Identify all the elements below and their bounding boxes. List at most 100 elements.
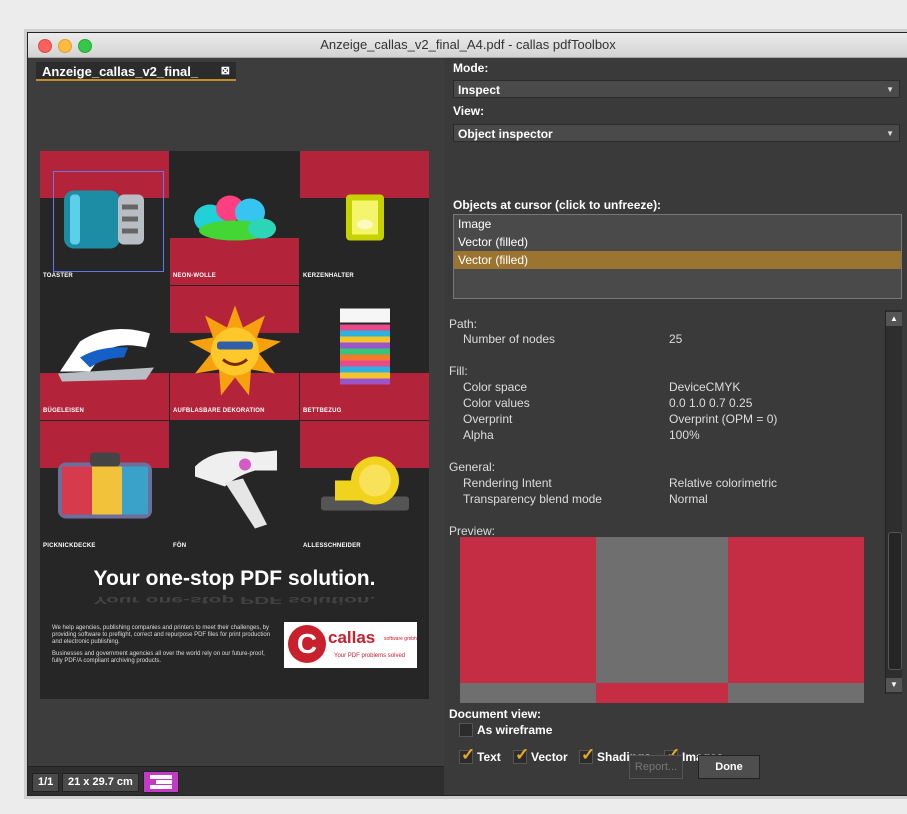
product-cell: Neon-Wolle bbox=[170, 151, 299, 285]
preview-red-block bbox=[596, 683, 728, 703]
properties-scrollbar[interactable]: ▲ ▼ bbox=[885, 310, 902, 694]
prop-key: Transparency blend mode bbox=[463, 492, 602, 506]
product-label: Aufblasbare Dekoration bbox=[173, 408, 265, 414]
mode-select[interactable]: Inspect ▼ bbox=[453, 80, 900, 98]
prop-value: Overprint (OPM = 0) bbox=[669, 412, 778, 426]
document-area: Anzeige_callas_v2_final_ ⊠ TOASTER NEON-… bbox=[28, 58, 444, 795]
view-label: View: bbox=[453, 104, 485, 118]
view-value: Object inspector bbox=[458, 127, 553, 141]
preview-label: Preview: bbox=[449, 524, 496, 538]
prop-value: DeviceCMYK bbox=[669, 380, 741, 394]
prop-key: Color space bbox=[463, 380, 528, 394]
document-tab[interactable]: Anzeige_callas_v2_final_ ⊠ bbox=[36, 62, 236, 81]
chevron-down-icon: ▼ bbox=[886, 85, 894, 94]
prop-key: Overprint bbox=[463, 412, 513, 426]
wireframe-label: As wireframe bbox=[477, 723, 553, 737]
status-bar: 1/1 21 x 29.7 cm bbox=[28, 766, 444, 795]
product-label: Kerzenhalter bbox=[303, 273, 354, 279]
product-cell: Picknickdecke bbox=[40, 421, 169, 555]
product-label: Bettbezug bbox=[303, 408, 342, 414]
done-button[interactable]: Done bbox=[698, 755, 760, 779]
minimize-window-button[interactable] bbox=[58, 39, 72, 53]
scroll-thumb[interactable] bbox=[888, 532, 902, 670]
preview-red-block bbox=[460, 537, 596, 683]
prop-value: 25 bbox=[669, 332, 683, 346]
chevron-down-icon: ▼ bbox=[886, 129, 894, 138]
product-cell: Bettbezug bbox=[300, 286, 429, 420]
prop-key: Rendering Intent bbox=[463, 476, 552, 490]
prop-value: 0.0 1.0 0.7 0.25 bbox=[669, 396, 753, 410]
inspector-panel: Mode: Inspect ▼ View: Object inspector ▼… bbox=[444, 58, 907, 795]
blurb-paragraph: We help agencies, publishing companies a… bbox=[52, 625, 271, 645]
fill-heading: Fill: bbox=[449, 364, 468, 378]
document-tab-label: Anzeige_callas_v2_final_ bbox=[42, 64, 199, 79]
selection-highlight bbox=[53, 171, 164, 272]
zoom-window-button[interactable] bbox=[78, 39, 92, 53]
prop-value: Relative colorimetric bbox=[669, 476, 778, 490]
list-item-selected[interactable]: Vector (filled) bbox=[454, 251, 901, 269]
product-cell: Bügeleisen bbox=[40, 286, 169, 420]
logo-subtitle: software gmbh bbox=[384, 636, 417, 642]
product-cell: Allesschneider bbox=[300, 421, 429, 555]
list-item[interactable]: Image bbox=[454, 215, 901, 233]
blanket-image bbox=[50, 447, 160, 530]
pdf-page[interactable]: Toaster Neon-Wolle bbox=[40, 151, 429, 699]
app-window: Anzeige_callas_v2_final_A4.pdf - callas … bbox=[27, 32, 907, 796]
prop-key: Alpha bbox=[463, 428, 494, 442]
view-select[interactable]: Object inspector ▼ bbox=[453, 124, 900, 142]
text-checkbox[interactable] bbox=[459, 745, 475, 765]
prop-value: 100% bbox=[669, 428, 700, 442]
title-bar: Anzeige_callas_v2_final_A4.pdf - callas … bbox=[28, 33, 907, 58]
scroll-up-icon[interactable]: ▲ bbox=[886, 312, 902, 326]
yarn-image bbox=[190, 187, 280, 250]
callas-logo: C callas software gmbh Your PDF problems… bbox=[284, 622, 417, 668]
blurb-paragraph: Businesses and government agencies all o… bbox=[52, 651, 265, 664]
iron-image bbox=[50, 312, 160, 395]
product-label: Fön bbox=[173, 543, 187, 549]
text-filter-label: Text bbox=[477, 750, 501, 764]
logo-tagline: Your PDF problems solved bbox=[334, 653, 406, 659]
report-button[interactable]: Report... bbox=[629, 755, 683, 779]
list-item[interactable]: Vector (filled) bbox=[454, 233, 901, 251]
vector-filter-label: Vector bbox=[531, 750, 568, 764]
product-label: Toaster bbox=[43, 273, 73, 279]
page-size: 21 x 29.7 cm bbox=[62, 773, 139, 792]
preview-gray-block bbox=[596, 537, 728, 683]
product-label: Neon-Wolle bbox=[173, 273, 216, 279]
layout-toggle-icon[interactable] bbox=[143, 771, 179, 793]
product-label: Bügeleisen bbox=[43, 408, 85, 414]
logo-mark: C bbox=[288, 625, 326, 663]
prop-key: Color values bbox=[463, 396, 530, 410]
mode-value: Inspect bbox=[458, 83, 501, 97]
objects-label: Objects at cursor (click to unfreeze): bbox=[453, 198, 662, 212]
path-heading: Path: bbox=[449, 317, 478, 331]
product-cell: Aufblasbare Dekoration bbox=[170, 286, 299, 420]
bedding-image bbox=[338, 308, 392, 398]
product-label: Allesschneider bbox=[303, 543, 361, 549]
hairdryer-image bbox=[185, 437, 285, 540]
slogan-reflection: Your one-stop PDF solution. bbox=[93, 594, 376, 607]
page-indicator: 1/1 bbox=[32, 773, 60, 792]
product-cell: Kerzenhalter bbox=[300, 151, 429, 285]
objects-list: Image Vector (filled) Vector (filled) bbox=[453, 214, 902, 299]
product-label: Picknickdecke bbox=[43, 543, 96, 549]
slicer-image bbox=[315, 447, 415, 530]
shadings-checkbox[interactable] bbox=[579, 745, 595, 765]
prop-value: Normal bbox=[669, 492, 708, 506]
mode-label: Mode: bbox=[453, 61, 489, 75]
preview-gray-block bbox=[728, 683, 864, 703]
product-cell: Toaster bbox=[40, 151, 169, 285]
vector-checkbox[interactable] bbox=[513, 745, 529, 765]
candle-image bbox=[340, 187, 390, 250]
scroll-down-icon[interactable]: ▼ bbox=[886, 678, 902, 692]
preview-area bbox=[460, 537, 864, 703]
product-cell: Fön bbox=[170, 421, 299, 555]
company-blurb: We help agencies, publishing companies a… bbox=[52, 625, 272, 670]
wireframe-checkbox[interactable] bbox=[459, 723, 473, 737]
general-heading: General: bbox=[449, 460, 496, 474]
close-tab-icon[interactable]: ⊠ bbox=[221, 62, 230, 81]
prop-key: Number of nodes bbox=[463, 332, 556, 346]
preview-red-block bbox=[728, 537, 864, 683]
logo-name: callas bbox=[328, 628, 376, 647]
close-window-button[interactable] bbox=[38, 39, 52, 53]
